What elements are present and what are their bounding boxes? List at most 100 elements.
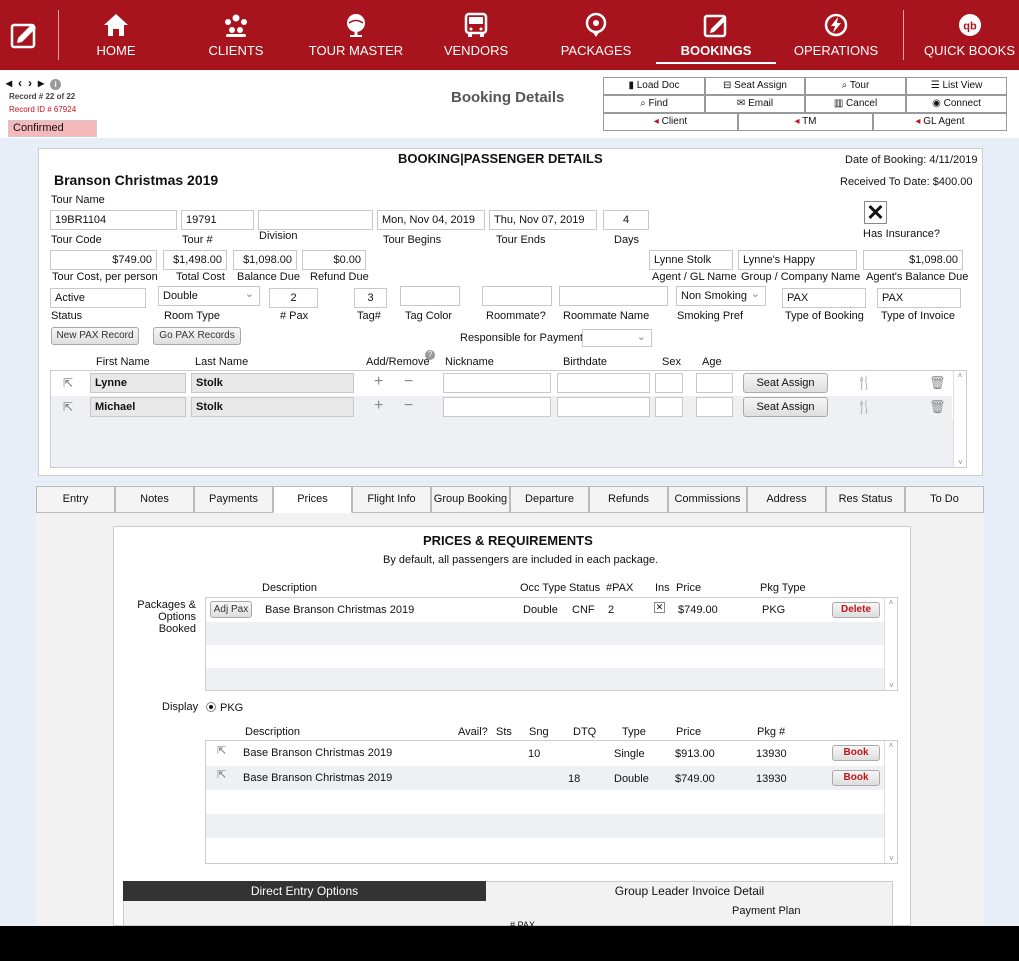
nickname-field[interactable] bbox=[443, 373, 551, 393]
tour-begins-field[interactable]: Mon, Nov 04, 2019 bbox=[377, 210, 485, 230]
table-row[interactable]: ⇱ Base Branson Christmas 2019 18 Double … bbox=[206, 766, 883, 790]
list-scrollbar[interactable]: ˄ ˅ bbox=[884, 741, 897, 863]
tour-number-field[interactable]: 19791 bbox=[181, 210, 254, 230]
seat-assign-button[interactable]: Seat Assign bbox=[743, 373, 828, 393]
pax-field[interactable]: 2 bbox=[269, 288, 318, 308]
go-to-package-icon[interactable]: ⇱ bbox=[217, 744, 226, 757]
book-button[interactable]: Book bbox=[832, 770, 880, 786]
next-record-icon[interactable]: › bbox=[28, 76, 38, 90]
tour-button[interactable]: ⌕ Tour bbox=[805, 77, 906, 95]
list-view-button[interactable]: ☰ List View bbox=[906, 77, 1007, 95]
table-row[interactable]: ⇱ Lynne Stolk + − Seat Assign 🍴 🗑 bbox=[51, 372, 952, 396]
nav-operations[interactable]: OPERATIONS bbox=[786, 0, 886, 70]
booking-status-badge[interactable]: Confirmed bbox=[8, 120, 97, 137]
trash-icon[interactable]: 🗑 bbox=[929, 399, 946, 415]
tag-color-field[interactable] bbox=[400, 286, 460, 306]
nav-vendors[interactable]: VENDORS bbox=[436, 0, 516, 70]
find-button[interactable]: ⌕ Find bbox=[603, 95, 705, 113]
app-logo-icon[interactable] bbox=[10, 20, 40, 50]
go-to-record-icon[interactable]: ⇱ bbox=[63, 376, 73, 390]
table-row[interactable]: ⇱ Base Branson Christmas 2019 10 Single … bbox=[206, 742, 883, 765]
table-row[interactable]: Adj Pax Base Branson Christmas 2019 Doub… bbox=[206, 599, 883, 621]
roommate-name-field[interactable] bbox=[559, 286, 668, 306]
sex-field[interactable] bbox=[655, 373, 683, 393]
tab-payments[interactable]: Payments bbox=[194, 486, 273, 513]
last-record-icon[interactable]: ▸ bbox=[38, 76, 50, 90]
agent-field[interactable]: Lynne Stolk bbox=[649, 250, 733, 270]
go-to-package-icon[interactable]: ⇱ bbox=[217, 768, 226, 781]
agent-balance-field[interactable]: $1,098.00 bbox=[863, 250, 963, 270]
trash-icon[interactable]: 🗑 bbox=[929, 375, 946, 391]
group-field[interactable]: Lynne's Happy bbox=[738, 250, 857, 270]
table-row[interactable]: ⇱ Michael Stolk + − Seat Assign 🍴 🗑 bbox=[51, 396, 952, 420]
days-field[interactable]: 4 bbox=[603, 210, 649, 230]
nickname-field[interactable] bbox=[443, 397, 551, 417]
tour-code-field[interactable]: 19BR1104 bbox=[50, 210, 177, 230]
responsible-for-payment-select[interactable] bbox=[582, 329, 652, 347]
type-of-invoice-field[interactable]: PAX bbox=[877, 288, 961, 308]
tag-field[interactable]: 3 bbox=[354, 288, 387, 308]
tm-button[interactable]: ◂ TM bbox=[738, 113, 873, 131]
help-icon[interactable]: ? bbox=[425, 350, 435, 360]
last-name-field[interactable]: Stolk bbox=[191, 373, 354, 393]
load-doc-button[interactable]: ▮ Load Doc bbox=[603, 77, 705, 95]
tab-entry[interactable]: Entry bbox=[36, 486, 115, 513]
tab-notes[interactable]: Notes bbox=[115, 486, 194, 513]
room-type-select[interactable]: Double bbox=[158, 286, 260, 306]
last-name-field[interactable]: Stolk bbox=[191, 397, 354, 417]
seat-assign-button[interactable]: Seat Assign bbox=[743, 397, 828, 417]
tab-prices[interactable]: Prices bbox=[273, 486, 352, 513]
prev-record-icon[interactable]: ‹ bbox=[18, 76, 28, 90]
tour-cost-field[interactable]: $749.00 bbox=[50, 250, 157, 270]
go-to-record-icon[interactable]: ⇱ bbox=[63, 400, 73, 414]
nav-quick-books[interactable]: qb QUICK BOOKS bbox=[920, 0, 1019, 70]
roommate-field[interactable] bbox=[482, 286, 552, 306]
tab-to-do[interactable]: To Do bbox=[905, 486, 984, 513]
division-field[interactable] bbox=[258, 210, 373, 230]
add-pax-icon[interactable]: + bbox=[374, 373, 383, 391]
first-name-field[interactable]: Lynne bbox=[90, 373, 186, 393]
remove-pax-icon[interactable]: − bbox=[404, 397, 413, 415]
tab-commissions[interactable]: Commissions bbox=[668, 486, 747, 513]
tab-refunds[interactable]: Refunds bbox=[589, 486, 668, 513]
tab-group-booking[interactable]: Group Booking bbox=[431, 486, 510, 513]
nav-tour-master[interactable]: TOUR MASTER bbox=[306, 0, 406, 70]
insurance-checkbox[interactable]: ✕ bbox=[654, 602, 665, 613]
meal-icon[interactable]: 🍴 bbox=[856, 375, 872, 391]
smoking-select[interactable]: Non Smoking bbox=[676, 286, 766, 306]
nav-bookings[interactable]: BOOKINGS bbox=[656, 0, 776, 70]
delete-button[interactable]: Delete bbox=[832, 602, 880, 618]
nav-packages[interactable]: PACKAGES bbox=[556, 0, 636, 70]
book-button[interactable]: Book bbox=[832, 745, 880, 761]
go-pax-records-button[interactable]: Go PAX Records bbox=[153, 327, 241, 345]
birthdate-field[interactable] bbox=[557, 397, 650, 417]
tab-res-status[interactable]: Res Status bbox=[826, 486, 905, 513]
pkg-radio[interactable] bbox=[206, 702, 216, 712]
list-scrollbar[interactable]: ˄ ˅ bbox=[953, 371, 966, 467]
tab-departure[interactable]: Departure bbox=[510, 486, 589, 513]
has-insurance-checkbox[interactable]: ✕ bbox=[864, 201, 887, 224]
tab-direct-entry-options[interactable]: Direct Entry Options bbox=[123, 881, 486, 901]
tour-ends-field[interactable]: Thu, Nov 07, 2019 bbox=[489, 210, 597, 230]
remove-pax-icon[interactable]: − bbox=[404, 373, 413, 391]
age-field[interactable] bbox=[696, 373, 733, 393]
connect-button[interactable]: ◉ Connect bbox=[906, 95, 1007, 113]
email-button[interactable]: ✉ Email bbox=[705, 95, 805, 113]
balance-due-field[interactable]: $1,098.00 bbox=[233, 250, 297, 270]
refund-due-field[interactable]: $0.00 bbox=[302, 250, 366, 270]
tab-group-leader-invoice[interactable]: Group Leader Invoice Detail bbox=[486, 881, 893, 901]
adj-pax-button[interactable]: Adj Pax bbox=[210, 601, 252, 618]
first-record-icon[interactable]: ◂ bbox=[6, 76, 18, 90]
seat-assign-toolbar-button[interactable]: ⊟ Seat Assign bbox=[705, 77, 805, 95]
new-pax-record-button[interactable]: New PAX Record bbox=[51, 327, 139, 345]
add-pax-icon[interactable]: + bbox=[374, 397, 383, 415]
birthdate-field[interactable] bbox=[557, 373, 650, 393]
tab-address[interactable]: Address bbox=[747, 486, 826, 513]
status-field[interactable]: Active bbox=[50, 288, 146, 308]
cancel-button[interactable]: ▥ Cancel bbox=[805, 95, 906, 113]
list-scrollbar[interactable]: ˄ ˅ bbox=[884, 598, 897, 690]
age-field[interactable] bbox=[696, 397, 733, 417]
client-button[interactable]: ◂ Client bbox=[603, 113, 738, 131]
type-of-booking-field[interactable]: PAX bbox=[782, 288, 866, 308]
meal-icon[interactable]: 🍴 bbox=[856, 399, 872, 415]
